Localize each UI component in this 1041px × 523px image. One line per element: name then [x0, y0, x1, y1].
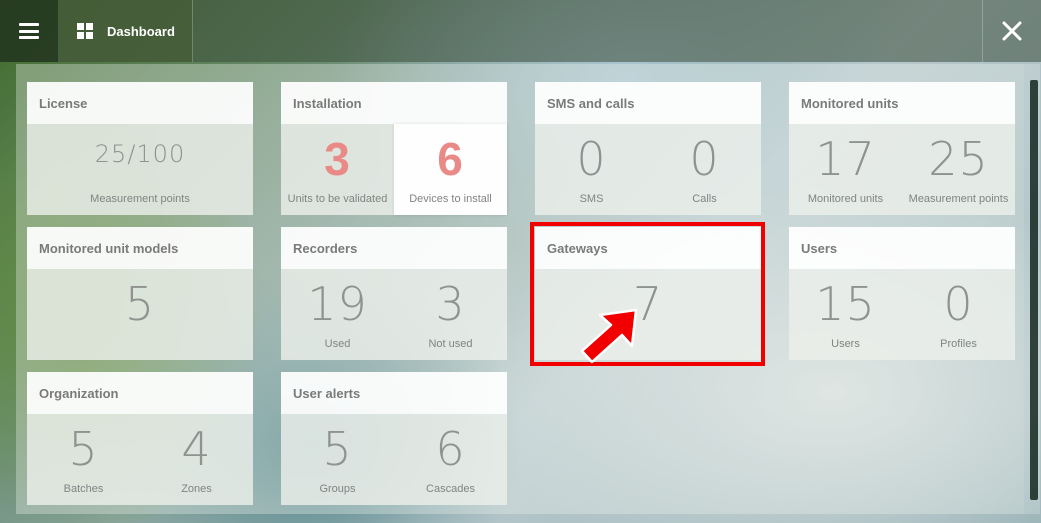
- cascades-label: Cascades: [426, 483, 475, 495]
- card-cell: 5: [27, 269, 253, 360]
- measurement-points-cell[interactable]: 25 Measurement points: [902, 124, 1015, 215]
- card-license[interactable]: License 25/100 Measurement points: [27, 82, 253, 215]
- tab-dashboard[interactable]: Dashboard: [59, 0, 193, 62]
- scrollbar-thumb[interactable]: [1030, 80, 1038, 500]
- hamburger-icon: [19, 23, 39, 39]
- installation-devices-cell[interactable]: 6 Devices to install: [394, 124, 507, 215]
- measurement-points-value: 25: [928, 132, 989, 186]
- sms-cell[interactable]: 0 SMS: [535, 124, 648, 215]
- groups-cell[interactable]: 5 Groups: [281, 414, 394, 505]
- monitored-units-cell[interactable]: 17 Monitored units: [789, 124, 902, 215]
- batches-label: Batches: [63, 483, 104, 495]
- card-users[interactable]: Users 15 Users 0 Profiles: [789, 227, 1015, 360]
- batches-cell[interactable]: 5 Batches: [27, 414, 140, 505]
- card-monitored-unit-models[interactable]: Monitored unit models 5: [27, 227, 253, 360]
- card-recorders[interactable]: Recorders 19 Used 3 Not used: [281, 227, 507, 360]
- monitored-units-value: 17: [815, 132, 876, 186]
- units-to-validate-label: Units to be validated: [287, 193, 388, 205]
- tab-dashboard-label: Dashboard: [107, 23, 175, 39]
- card-cell: 25/100 Measurement points: [27, 124, 253, 215]
- card-gateways[interactable]: Gateways 7: [535, 227, 761, 360]
- card-sms-calls[interactable]: SMS and calls 0 SMS 0 Calls: [535, 82, 761, 215]
- card-title: Gateways: [535, 227, 761, 269]
- recorders-not-used-value: 3: [435, 277, 466, 331]
- units-to-validate-value: 3: [324, 133, 351, 185]
- cascades-value: 6: [435, 422, 466, 476]
- batches-value: 5: [68, 422, 99, 476]
- users-cell[interactable]: 15 Users: [789, 269, 902, 360]
- card-user-alerts[interactable]: User alerts 5 Groups 6 Cascades: [281, 372, 507, 505]
- devices-to-install-label: Devices to install: [409, 193, 492, 205]
- installation-units-cell[interactable]: 3 Units to be validated: [281, 124, 394, 215]
- card-title: License: [27, 82, 253, 124]
- card-title: SMS and calls: [535, 82, 761, 124]
- calls-cell[interactable]: 0 Calls: [648, 124, 761, 215]
- gateways-value: 7: [632, 277, 664, 331]
- close-icon: [1002, 21, 1022, 41]
- monitored-units-label: Monitored units: [807, 193, 884, 205]
- license-value: 25/100: [94, 140, 186, 168]
- profiles-label: Profiles: [940, 338, 977, 350]
- card-title: User alerts: [281, 372, 507, 414]
- recorders-used-label: Used: [324, 338, 351, 350]
- measurement-points-label: Measurement points: [908, 193, 1009, 205]
- zones-value: 4: [181, 422, 212, 476]
- calls-value: 0: [689, 132, 720, 186]
- calls-label: Calls: [692, 193, 717, 205]
- recorders-used-cell[interactable]: 19 Used: [281, 269, 394, 360]
- recorders-used-value: 19: [307, 277, 368, 331]
- groups-label: Groups: [319, 483, 356, 495]
- card-monitored-units[interactable]: Monitored units 17 Monitored units 25 Me…: [789, 82, 1015, 215]
- card-cell: 7: [535, 269, 761, 360]
- menu-button[interactable]: [0, 0, 58, 62]
- card-title: Monitored unit models: [27, 227, 253, 269]
- grid-icon: [77, 23, 93, 39]
- sms-label: SMS: [579, 193, 604, 205]
- top-bar: Dashboard: [0, 0, 1041, 62]
- devices-to-install-value: 6: [437, 133, 464, 185]
- cascades-cell[interactable]: 6 Cascades: [394, 414, 507, 505]
- card-title: Installation: [281, 82, 507, 124]
- card-title: Organization: [27, 372, 253, 414]
- users-label: Users: [831, 338, 860, 350]
- close-button[interactable]: [982, 0, 1041, 62]
- profiles-cell[interactable]: 0 Profiles: [902, 269, 1015, 360]
- recorders-not-used-cell[interactable]: 3 Not used: [394, 269, 507, 360]
- groups-value: 5: [322, 422, 353, 476]
- card-installation[interactable]: Installation 3 Units to be validated 6 D…: [281, 82, 507, 215]
- card-title: Recorders: [281, 227, 507, 269]
- license-label: Measurement points: [90, 193, 190, 205]
- card-title: Monitored units: [789, 82, 1015, 124]
- zones-cell[interactable]: 4 Zones: [140, 414, 253, 505]
- models-value: 5: [124, 277, 156, 331]
- users-value: 15: [815, 277, 876, 331]
- sms-value: 0: [576, 132, 607, 186]
- recorders-not-used-label: Not used: [428, 338, 473, 350]
- card-title: Users: [789, 227, 1015, 269]
- profiles-value: 0: [943, 277, 974, 331]
- card-organization[interactable]: Organization 5 Batches 4 Zones: [27, 372, 253, 505]
- zones-label: Zones: [181, 483, 212, 495]
